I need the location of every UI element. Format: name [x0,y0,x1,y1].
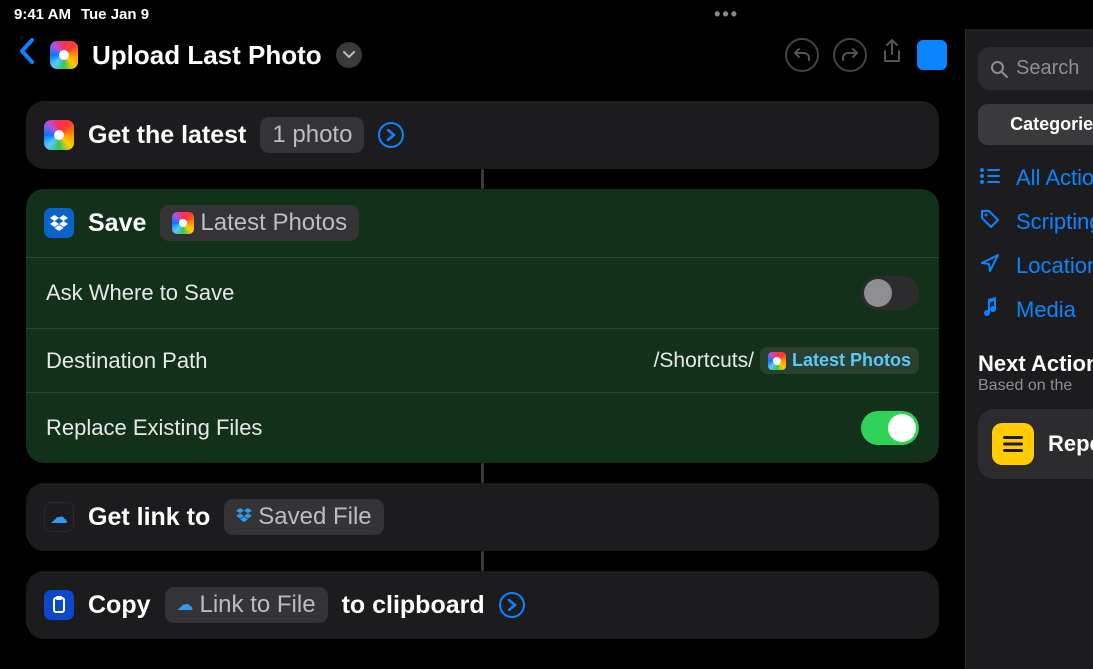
chevron-right-icon [507,599,517,611]
sidebar-item-label: Location [1016,253,1093,279]
sidebar-item-location[interactable]: Location [978,253,1093,279]
clipboard-icon [44,590,74,620]
show-more-button[interactable] [499,592,525,618]
music-note-icon [978,297,1002,323]
redo-button[interactable] [833,38,867,72]
tag-icon [978,209,1002,235]
repeat-icon [992,423,1034,465]
shortcut-title[interactable]: Upload Last Photo [92,40,322,71]
action-suffix: to clipboard [342,591,485,620]
search-icon [990,60,1008,78]
show-more-button[interactable] [378,122,404,148]
search-placeholder: Search [1016,57,1079,80]
action-get-link[interactable]: ☁ Get link to Saved File [26,483,939,551]
chevron-left-icon [18,37,36,65]
option-destination-path[interactable]: Destination Path /Shortcuts/ Latest Phot… [26,328,939,392]
dropbox-icon [236,507,252,527]
sidebar-item-label: All Actions [1016,165,1093,191]
sidebar-item-media[interactable]: Media [978,297,1093,323]
photos-icon [44,120,74,150]
share-button[interactable] [881,38,903,73]
next-action-heading: Next Action [978,351,1093,377]
flow-connector [26,463,939,483]
editor-toolbar: Upload Last Photo [0,29,965,91]
title-menu-button[interactable] [336,42,362,68]
photos-icon [172,212,194,234]
undo-icon [793,46,811,64]
list-icon [978,167,1002,190]
photos-app-icon [50,41,78,69]
chevron-right-icon [386,129,396,141]
flow-connector [26,551,939,571]
option-ask-where-to-save: Ask Where to Save [26,258,939,328]
redo-icon [841,46,859,64]
sidebar-item-label: Media [1016,297,1076,323]
location-icon [978,253,1002,279]
action-title: Copy [88,591,151,620]
toggle-ask-where-to-save[interactable] [861,276,919,310]
flow-connector [26,169,939,189]
action-title: Get the latest [88,121,246,150]
cloud-icon: ☁ [177,595,194,615]
action-save-to-dropbox[interactable]: Save Latest Photos Ask Where to Save Des… [26,189,939,463]
status-bar: 9:41 AM Tue Jan 9 ••• [0,0,1093,29]
action-get-latest-photos[interactable]: Get the latest 1 photo [26,101,939,169]
stop-button[interactable] [917,40,947,70]
multitask-dots-icon[interactable]: ••• [714,4,739,25]
cloud-icon: ☁ [44,502,74,532]
undo-button[interactable] [785,38,819,72]
variable-link-to-file[interactable]: ☁ Link to File [165,587,328,623]
chevron-down-icon [343,51,355,59]
status-time: 9:41 AM [14,6,71,23]
dropbox-icon [44,208,74,238]
search-input[interactable]: Search [978,47,1093,90]
variable-latest-photos[interactable]: Latest Photos [160,205,359,241]
status-date: Tue Jan 9 [81,6,149,23]
share-icon [881,38,903,66]
param-photo-count[interactable]: 1 photo [260,117,364,153]
destination-path-value[interactable]: /Shortcuts/ Latest Photos [654,347,919,374]
back-button[interactable] [18,37,36,73]
variable-saved-file[interactable]: Saved File [224,499,383,535]
option-label: Destination Path [46,348,207,374]
option-label: Replace Existing Files [46,415,262,441]
option-label: Ask Where to Save [46,280,234,306]
sidebar-item-scripting[interactable]: Scripting [978,209,1093,235]
suggestion-label: Repeat [1048,431,1093,457]
categories-button[interactable]: Categories [978,104,1093,145]
option-replace-existing: Replace Existing Files [26,392,939,463]
sidebar-item-label: Scripting [1016,209,1093,235]
actions-sidebar: Search Categories All Actions Scripting [965,29,1093,669]
suggestion-repeat[interactable]: Repeat [978,409,1093,479]
next-action-subtitle: Based on the [978,377,1093,395]
photos-icon [768,352,786,370]
action-copy-to-clipboard[interactable]: Copy ☁ Link to File to clipboard [26,571,939,639]
action-title: Save [88,209,146,238]
variable-latest-photos[interactable]: Latest Photos [760,347,919,374]
toggle-replace-existing[interactable] [861,411,919,445]
sidebar-item-all-actions[interactable]: All Actions [978,165,1093,191]
action-title: Get link to [88,503,210,532]
